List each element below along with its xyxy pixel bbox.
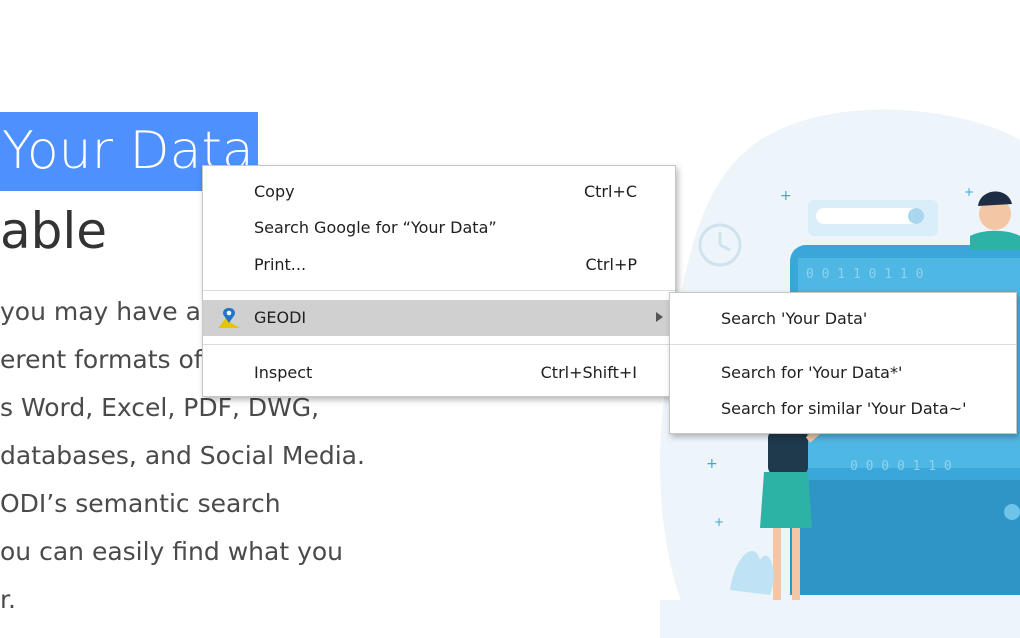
menu-item-label: Inspect <box>254 363 313 382</box>
menu-item-inspect[interactable]: Inspect Ctrl+Shift+I <box>203 356 675 390</box>
submenu-item-search-similar[interactable]: Search for similar 'Your Data~' <box>670 392 1016 426</box>
submenu-item-search-wildcard[interactable]: Search for 'Your Data*' <box>670 356 1016 390</box>
menu-item-shortcut: Ctrl+P <box>585 255 637 274</box>
paragraph-line: ou can easily find what you <box>0 537 344 566</box>
menu-item-label: GEODI <box>254 308 307 327</box>
menu-item-label: Print... <box>254 255 307 274</box>
geodi-icon <box>218 308 240 328</box>
paragraph-line: r. <box>0 585 16 614</box>
screen-binary: 0 0 0 0 1 1 0 <box>850 459 952 474</box>
menu-item-copy[interactable]: Copy Ctrl+C <box>203 175 675 209</box>
submenu-item-search[interactable]: Search 'Your Data' <box>670 302 1016 336</box>
woman-skirt <box>760 472 812 528</box>
magnifier-icon <box>908 208 924 224</box>
submenu-item-label: Search for similar 'Your Data~' <box>721 399 967 418</box>
sparkle-icon: + <box>714 515 724 529</box>
menu-item-search-google[interactable]: Search Google for “Your Data” <box>203 211 675 245</box>
sparkle-icon: + <box>780 188 792 204</box>
submenu-item-label: Search 'Your Data' <box>721 309 868 328</box>
woman-top <box>768 430 808 475</box>
menu-item-label: Copy <box>254 182 295 201</box>
person-body <box>970 230 1020 250</box>
menu-separator <box>670 344 1016 345</box>
paragraph-line: ODI’s semantic search <box>0 489 281 518</box>
page-title-line2: able <box>0 202 108 260</box>
submenu-item-label: Search for 'Your Data*' <box>721 363 903 382</box>
context-menu: Copy Ctrl+C Search Google for “Your Data… <box>202 165 676 397</box>
menu-item-print[interactable]: Print... Ctrl+P <box>203 248 675 282</box>
menu-separator <box>203 344 675 345</box>
menu-item-geodi[interactable]: GEODI <box>203 300 675 336</box>
menu-item-shortcut: Ctrl+Shift+I <box>540 363 637 382</box>
sparkle-icon: + <box>964 185 974 199</box>
paragraph-line: databases, and Social Media. <box>0 441 365 470</box>
menu-separator <box>203 290 675 291</box>
sparkle-icon: + <box>706 456 718 472</box>
menu-item-label: Search Google for “Your Data” <box>254 218 497 237</box>
chevron-right-icon <box>656 312 663 322</box>
menu-item-shortcut: Ctrl+C <box>583 182 637 201</box>
monitor-stand <box>940 575 1020 593</box>
geodi-submenu: Search 'Your Data' Search for 'Your Data… <box>669 292 1017 434</box>
screen-binary: 0 0 1 1 0 1 1 0 <box>806 267 923 282</box>
